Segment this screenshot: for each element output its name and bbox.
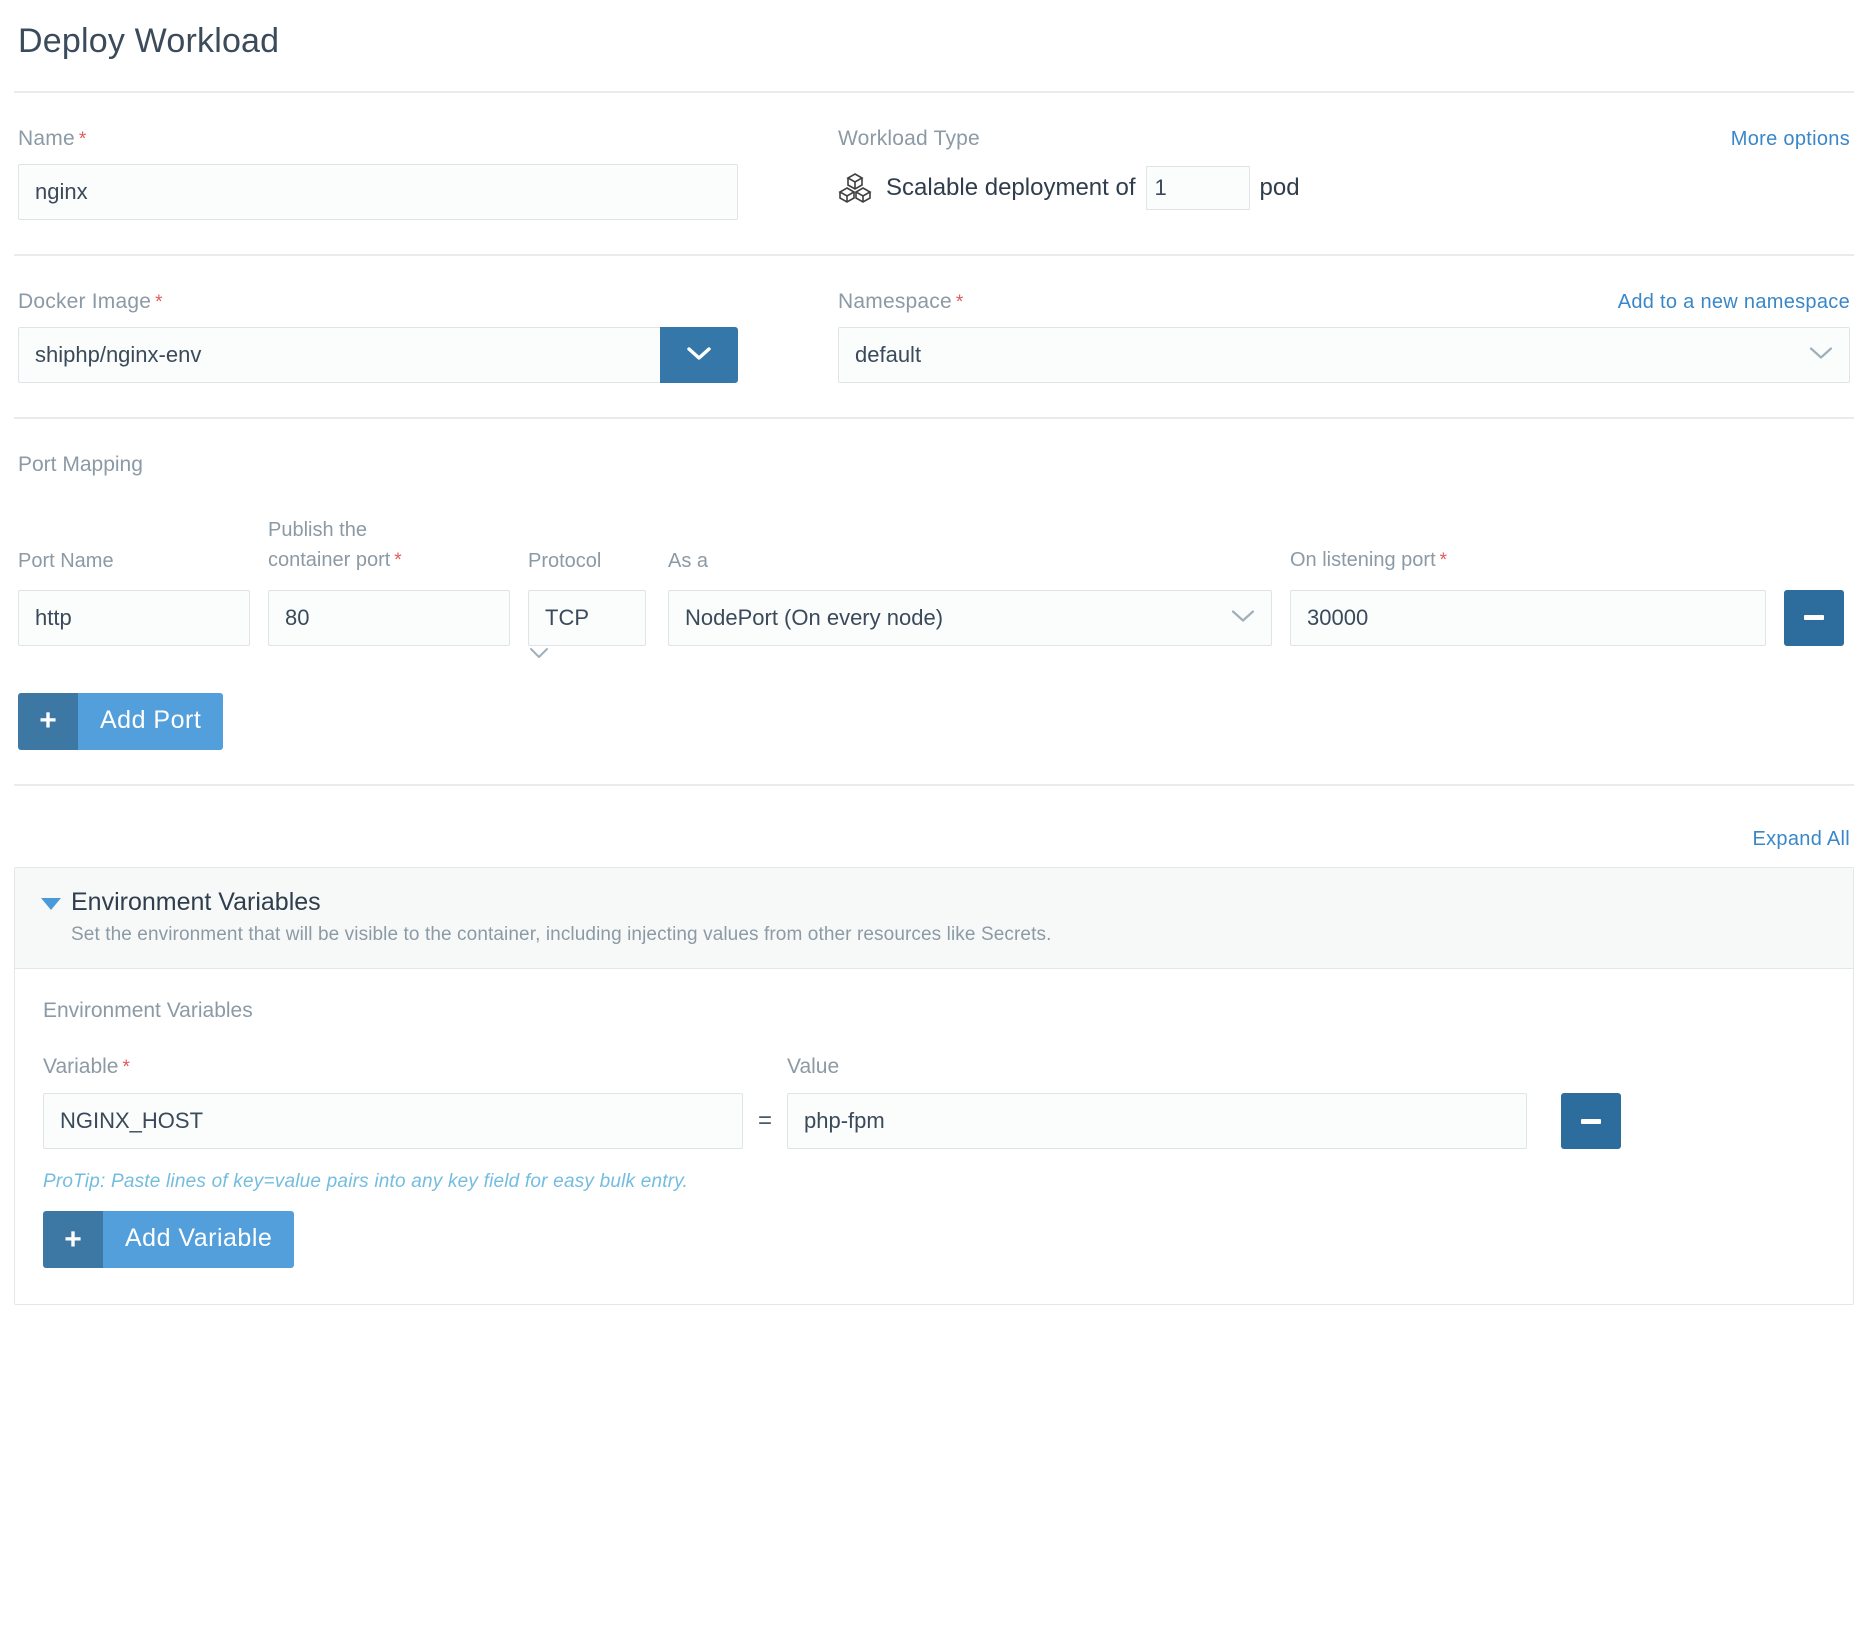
name-workload-row: Name* Workload Type More options: [14, 93, 1854, 254]
env-value-input[interactable]: [787, 1093, 1527, 1150]
variable-required-marker: *: [122, 1057, 130, 1079]
container-port-line2: container port: [268, 549, 391, 571]
container-port-line1: Publish the: [268, 519, 367, 541]
more-options-link[interactable]: More options: [1731, 128, 1850, 151]
docker-image-label: Docker Image *: [18, 290, 778, 314]
as-a-select-wrap: [668, 589, 1272, 646]
listening-port-text: On listening port: [1290, 549, 1436, 571]
namespace-group: Namespace * Add to a new namespace: [838, 290, 1850, 383]
col-header-container-port: Publish the container port *: [268, 515, 510, 590]
col-header-as-a: As a: [668, 549, 709, 572]
accordion-area: Expand All Environment Variables Set the…: [14, 786, 1854, 1306]
add-port-button[interactable]: + Add Port: [18, 692, 224, 750]
as-a-select[interactable]: [668, 589, 1272, 646]
col-header-value: Value: [787, 1055, 840, 1079]
workload-type-text-before: Scalable deployment of: [886, 174, 1136, 201]
protocol-select-wrap: [528, 589, 646, 665]
env-vars-header-row: Variable * Value: [43, 1055, 1827, 1093]
docker-image-dropdown-button[interactable]: [660, 327, 738, 383]
env-variable-input[interactable]: [43, 1093, 743, 1150]
accordion-body-environment-variables: Environment Variables Variable* Value =: [15, 969, 1853, 1305]
variable-header-text: Variable: [43, 1055, 119, 1079]
accordion-environment-variables: Environment Variables Set the environmen…: [14, 866, 1854, 1306]
expand-all-link[interactable]: Expand All: [1752, 828, 1850, 851]
workload-type-text-after: pod: [1259, 174, 1300, 201]
workload-type-group: Workload Type More options Scalable depl…: [838, 127, 1850, 220]
name-field-group: Name *: [18, 127, 838, 220]
col-header-port-name: Port Name: [18, 549, 114, 572]
add-variable-button[interactable]: + Add Variable: [43, 1211, 295, 1269]
namespace-label: Namespace *: [838, 290, 963, 314]
port-name-input[interactable]: [18, 589, 250, 646]
workload-type-label-row: Workload Type More options: [838, 127, 1850, 164]
protip-text: ProTip: Paste lines of key=value pairs i…: [43, 1171, 689, 1193]
namespace-select-wrap: [838, 327, 1850, 383]
pod-count-input[interactable]: [1145, 166, 1250, 210]
env-vars-section-label: Environment Variables: [43, 999, 253, 1023]
add-variable-label: Add Variable: [103, 1211, 295, 1269]
accordion-header-environment-variables[interactable]: Environment Variables Set the environmen…: [15, 867, 1853, 970]
remove-env-var-button[interactable]: [1561, 1093, 1621, 1150]
name-label-text: Name: [18, 127, 75, 150]
page-title: Deploy Workload: [18, 22, 280, 60]
namespace-required-marker: *: [955, 292, 964, 313]
listening-port-required-marker: *: [1439, 550, 1448, 571]
caret-down-icon: [41, 897, 61, 910]
remove-port-button[interactable]: [1784, 589, 1844, 646]
workload-type-label: Workload Type: [838, 127, 980, 150]
col-header-listening-port: On listening port *: [1290, 545, 1766, 590]
add-port-label: Add Port: [78, 692, 224, 750]
col-header-env-actions: [1527, 1067, 1827, 1081]
deploy-workload-form: Deploy Workload Name* Workload Type More…: [0, 0, 1868, 1306]
namespace-label-text: Namespace: [838, 290, 952, 313]
chevron-down-icon: [685, 344, 713, 367]
minus-icon: [1804, 615, 1824, 620]
namespace-label-row: Namespace * Add to a new namespace: [838, 290, 1850, 327]
docker-image-input[interactable]: [18, 327, 660, 383]
cubes-stack-icon: [838, 171, 872, 205]
name-required-marker: *: [78, 129, 87, 150]
accordion-title: Environment Variables: [71, 887, 321, 916]
col-header-actions: [1784, 576, 1850, 590]
container-port-input[interactable]: [268, 589, 510, 646]
plus-icon: +: [18, 692, 78, 750]
workload-type-value-row: Scalable deployment of pod: [838, 166, 1850, 210]
col-header-protocol: Protocol: [528, 549, 602, 572]
protocol-select[interactable]: [528, 589, 646, 646]
env-var-row: =: [43, 1093, 1827, 1150]
port-mapping-section: Port Mapping Port Name Publish the conta…: [14, 419, 1854, 784]
container-port-required-marker: *: [394, 550, 402, 571]
name-label: Name *: [18, 127, 778, 151]
col-header-variable: Variable *: [43, 1055, 743, 1093]
env-actions-cell: [1527, 1093, 1827, 1150]
equals-sign: =: [757, 1107, 772, 1135]
minus-icon: [1581, 1118, 1601, 1124]
listening-port-input[interactable]: [1290, 589, 1766, 646]
accordion-description: Set the environment that will be visible…: [71, 924, 1052, 946]
port-mapping-row: [18, 589, 1850, 665]
image-namespace-row: Docker Image* Namespace* Add to a ne: [14, 256, 1854, 417]
col-header-spacer: [743, 1067, 787, 1081]
docker-image-required-marker: *: [155, 292, 163, 313]
namespace-select[interactable]: [838, 327, 1850, 383]
plus-icon: +: [43, 1211, 103, 1269]
name-input[interactable]: [18, 164, 738, 220]
docker-image-group: Docker Image *: [18, 290, 838, 383]
port-mapping-label: Port Mapping: [18, 453, 143, 476]
docker-image-combo: [18, 327, 738, 383]
chevron-down-icon: [528, 647, 550, 664]
add-new-namespace-link[interactable]: Add to a new namespace: [1618, 291, 1850, 314]
expand-all-row: Expand All: [14, 828, 1854, 867]
docker-image-label-text: Docker Image: [18, 290, 152, 313]
port-mapping-header-row: Port Name Publish the container port * Pr…: [18, 515, 1850, 590]
